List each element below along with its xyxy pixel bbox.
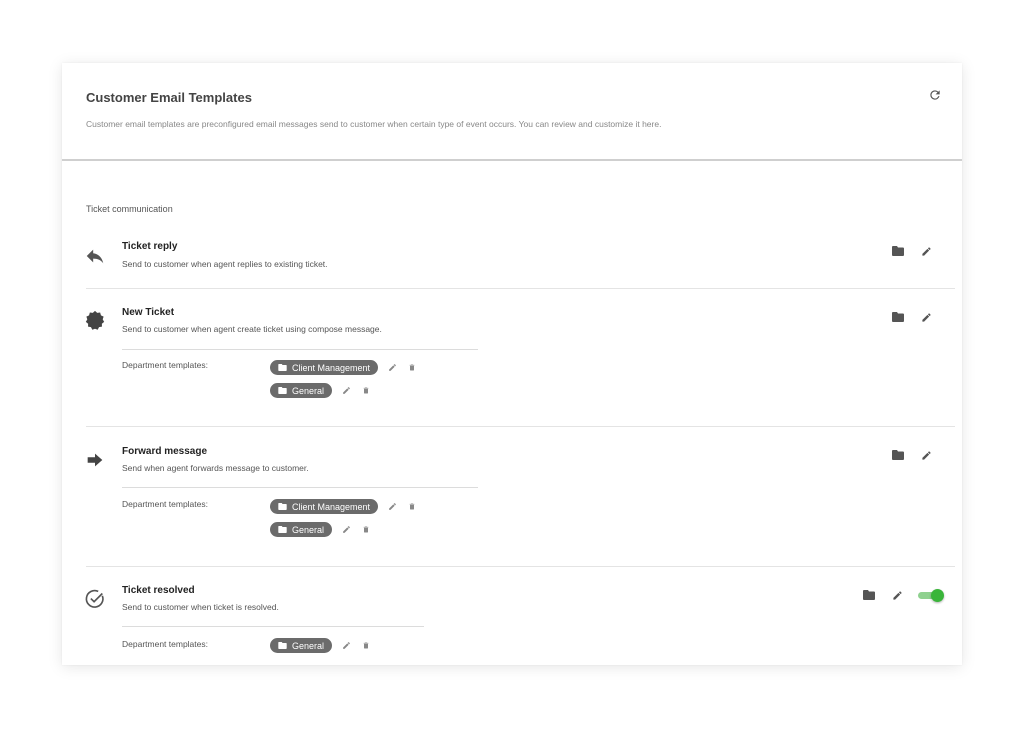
card-header: Customer Email Templates Customer email … xyxy=(62,63,962,161)
department-chip[interactable]: Client Management xyxy=(270,360,379,375)
email-templates-card: Customer Email Templates Customer email … xyxy=(62,63,962,665)
edit-pencil-icon[interactable] xyxy=(890,588,904,602)
folder-icon xyxy=(278,387,287,394)
chip-label: General xyxy=(292,640,325,651)
edit-pencil-icon[interactable] xyxy=(919,448,933,462)
edit-pencil-icon[interactable] xyxy=(386,362,398,374)
page-title: Customer Email Templates xyxy=(86,90,252,105)
department-templates-label: Department templates: xyxy=(122,639,208,649)
subdivider xyxy=(122,349,478,350)
subdivider xyxy=(122,487,478,488)
chip-label: General xyxy=(292,385,325,396)
edit-pencil-icon[interactable] xyxy=(340,385,352,397)
edit-pencil-icon[interactable] xyxy=(340,640,352,652)
department-chip[interactable]: General xyxy=(270,638,333,653)
folder-icon xyxy=(278,364,287,371)
folder-icon xyxy=(278,642,287,649)
template-actions xyxy=(891,448,933,462)
department-chip-row: Client Management xyxy=(270,499,418,514)
edit-pencil-icon[interactable] xyxy=(386,501,398,513)
chip-label: Client Management xyxy=(292,501,371,512)
department-chip-row: General xyxy=(270,383,372,398)
folder-icon xyxy=(278,503,287,510)
edit-pencil-icon[interactable] xyxy=(919,244,933,258)
enable-toggle[interactable] xyxy=(918,589,944,602)
department-chip[interactable]: Client Management xyxy=(270,499,379,514)
reply-icon xyxy=(84,245,106,267)
trash-icon[interactable] xyxy=(360,524,372,536)
template-actions xyxy=(891,310,933,324)
template-description: Send to customer when agent create ticke… xyxy=(122,324,382,334)
department-chip-row: General xyxy=(270,522,372,537)
chip-label: General xyxy=(292,524,325,535)
subdivider xyxy=(122,626,424,627)
department-chip[interactable]: General xyxy=(270,522,333,537)
template-title: Ticket reply xyxy=(122,241,178,252)
folder-icon[interactable] xyxy=(891,448,905,462)
chip-label: Client Management xyxy=(292,362,371,373)
folder-icon[interactable] xyxy=(891,310,905,324)
template-description: Send to customer when ticket is resolved… xyxy=(122,602,279,612)
trash-icon[interactable] xyxy=(406,501,418,513)
folder-icon[interactable] xyxy=(891,244,905,258)
template-actions xyxy=(862,588,944,602)
template-title: Forward message xyxy=(122,446,208,457)
section-label: Ticket communication xyxy=(86,204,173,214)
folder-icon xyxy=(278,526,287,533)
template-title: New Ticket xyxy=(122,307,175,318)
check-circle-icon xyxy=(84,588,106,610)
department-templates-label: Department templates: xyxy=(122,360,208,370)
trash-icon[interactable] xyxy=(360,385,372,397)
edit-pencil-icon[interactable] xyxy=(340,524,352,536)
template-description: Send when agent forwards message to cust… xyxy=(122,463,309,473)
forward-arrow-icon xyxy=(84,449,106,471)
trash-icon[interactable] xyxy=(360,640,372,652)
department-chip[interactable]: General xyxy=(270,383,333,398)
divider xyxy=(86,566,955,567)
divider xyxy=(86,426,955,427)
template-description: Send to customer when agent replies to e… xyxy=(122,259,328,269)
badge-icon xyxy=(84,310,106,332)
trash-icon[interactable] xyxy=(406,362,418,374)
refresh-icon[interactable] xyxy=(928,88,942,102)
folder-icon[interactable] xyxy=(862,588,876,602)
edit-pencil-icon[interactable] xyxy=(919,310,933,324)
page-description: Customer email templates are preconfigur… xyxy=(86,119,662,129)
department-templates-label: Department templates: xyxy=(122,499,208,509)
template-title: Ticket resolved xyxy=(122,585,195,596)
toggle-knob xyxy=(931,589,944,602)
department-chip-row: General xyxy=(270,638,372,653)
template-actions xyxy=(891,244,933,258)
department-chip-row: Client Management xyxy=(270,360,418,375)
divider xyxy=(86,288,955,289)
